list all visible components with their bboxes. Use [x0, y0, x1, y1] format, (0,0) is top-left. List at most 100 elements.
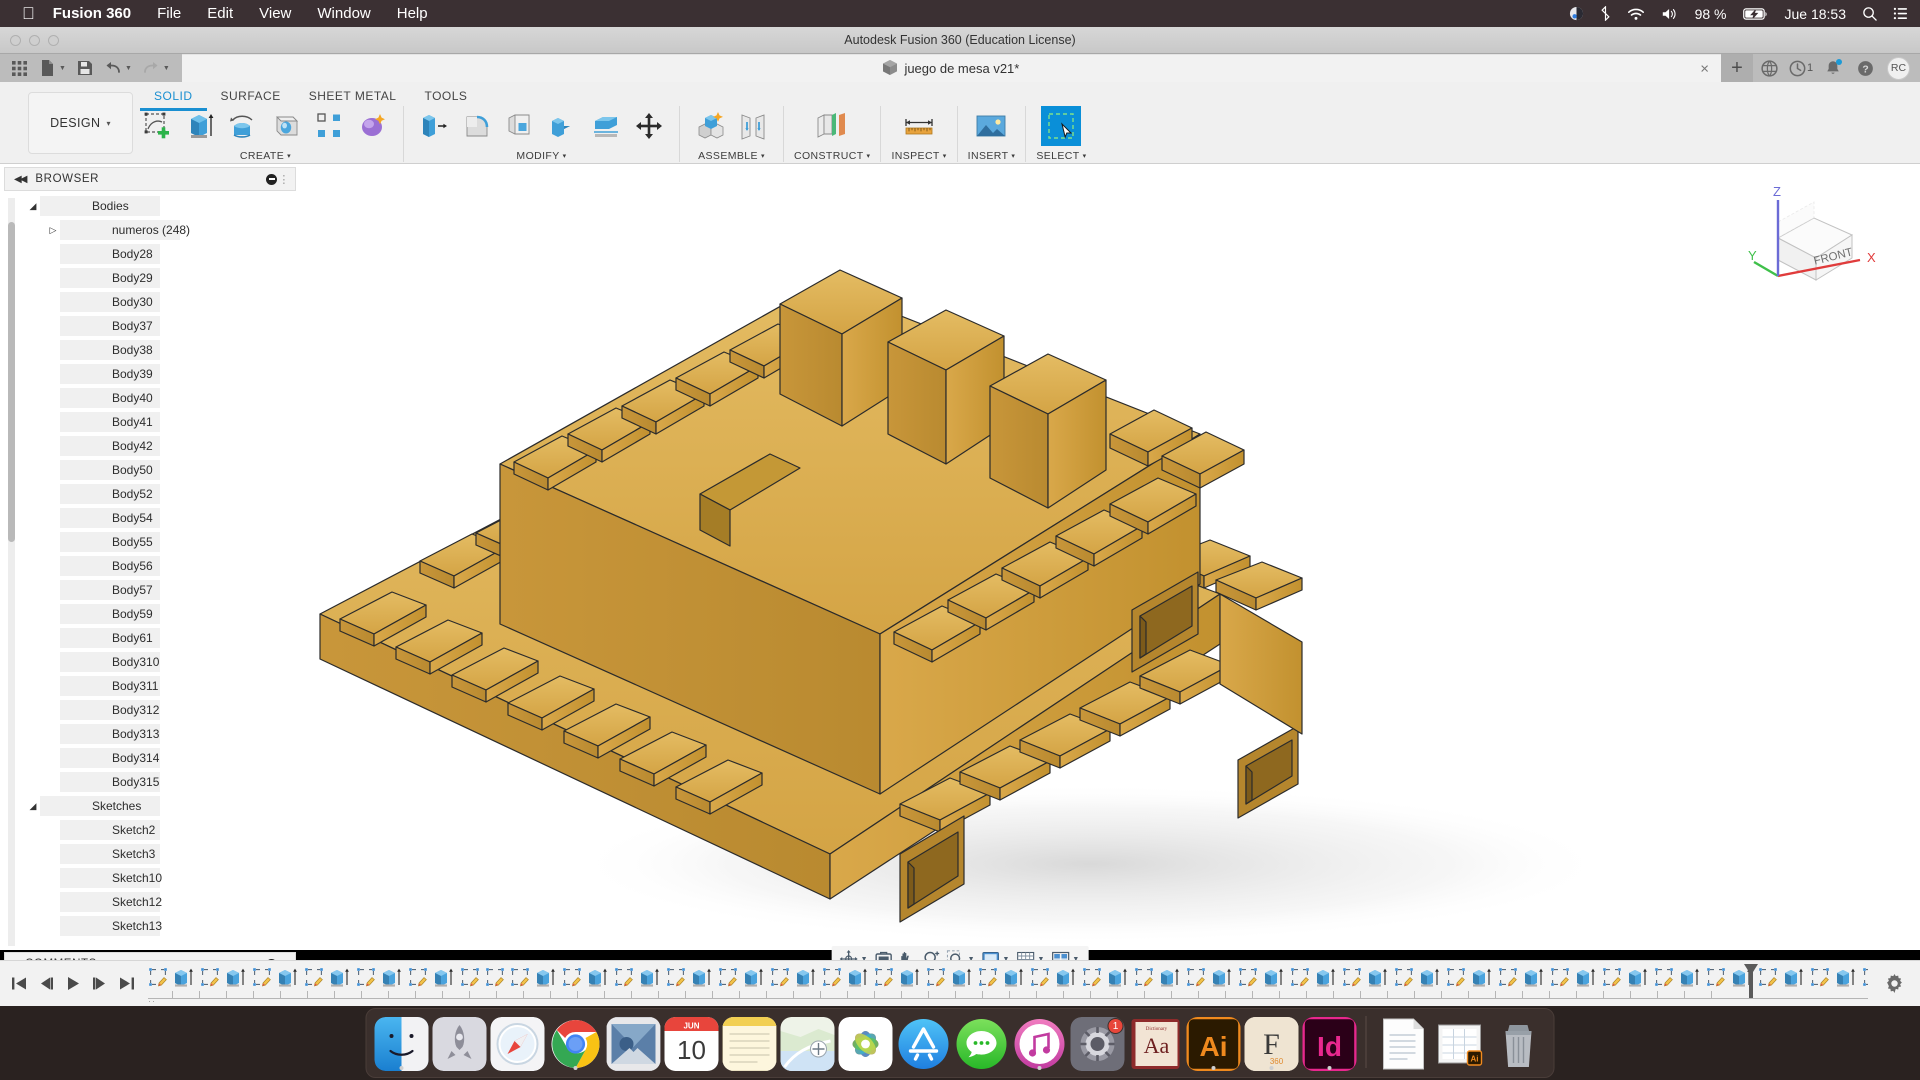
offset-plane-icon[interactable] — [812, 106, 852, 146]
avatar[interactable]: RC — [1887, 56, 1910, 80]
panel-modify-label[interactable]: MODIFY ▾ — [516, 150, 566, 162]
joint-icon[interactable] — [733, 106, 773, 146]
browser-node-sketch2[interactable]: Sketch2 — [0, 818, 300, 842]
timeline-feature-sketch[interactable] — [666, 966, 686, 988]
timeline-feature-sketch[interactable] — [718, 966, 738, 988]
create-sketch-icon[interactable] — [138, 106, 178, 146]
timeline-feature-extrude[interactable] — [951, 966, 973, 988]
bluetooth-icon[interactable] — [1600, 6, 1611, 21]
save-icon[interactable] — [72, 56, 98, 80]
timeline-feature-sketch[interactable] — [978, 966, 998, 988]
panel-construct-label[interactable]: CONSTRUCT ▾ — [794, 150, 870, 162]
insert-image-icon[interactable] — [971, 106, 1011, 146]
menubar-clock[interactable]: Jue 18:53 — [1785, 6, 1847, 22]
timeline-feature-sketch[interactable] — [1030, 966, 1050, 988]
browser-node-bodies[interactable]: ◢ Bodies — [0, 194, 300, 218]
timeline-feature-sketch[interactable] — [1550, 966, 1570, 988]
dock-item-dictionary[interactable]: Aa Dictionary — [1129, 1017, 1183, 1071]
step-forward-icon[interactable] — [89, 971, 111, 997]
siri-icon[interactable] — [1569, 6, 1584, 21]
browser-node-body311[interactable]: Body311 — [0, 674, 300, 698]
panel-inspect-label[interactable]: INSPECT ▾ — [891, 150, 946, 162]
timeline-settings-icon[interactable] — [1868, 974, 1920, 993]
timeline-feature-extrude[interactable] — [1107, 966, 1129, 988]
timeline-feature-extrude[interactable] — [535, 966, 557, 988]
menu-edit[interactable]: Edit — [207, 5, 233, 22]
timeline-feature-extrude[interactable] — [1315, 966, 1337, 988]
model-render[interactable] — [300, 164, 1920, 950]
dock-item-messages[interactable] — [955, 1017, 1009, 1071]
browser-node-body37[interactable]: Body37 — [0, 314, 300, 338]
dock-item-chrome[interactable] — [549, 1017, 603, 1071]
redo-icon[interactable] — [138, 56, 164, 80]
browser-node-body41[interactable]: Body41 — [0, 410, 300, 434]
workspace-switcher[interactable]: DESIGN ▾ — [28, 92, 133, 154]
timeline-feature-extrude[interactable] — [1055, 966, 1077, 988]
timeline-feature-extrude[interactable] — [899, 966, 921, 988]
press-pull-icon[interactable] — [414, 106, 454, 146]
dock-item-illustrator[interactable]: Ai — [1186, 1017, 1241, 1071]
new-file-icon[interactable] — [34, 56, 60, 80]
grip-icon[interactable]: ⋮ — [278, 173, 290, 186]
dock-item-mail[interactable] — [606, 1017, 661, 1071]
timeline-feature-sketch[interactable] — [1082, 966, 1102, 988]
timeline-feature-sketch[interactable] — [1706, 966, 1726, 988]
search-icon[interactable] — [1862, 6, 1877, 21]
timeline-feature-sketch[interactable] — [408, 966, 428, 988]
browser-node-body30[interactable]: Body30 — [0, 290, 300, 314]
dock-item-notes[interactable] — [722, 1017, 777, 1071]
collapse-left-icon[interactable]: ◀◀ — [14, 174, 27, 185]
new-component-icon[interactable] — [690, 106, 730, 146]
volume-icon[interactable] — [1661, 7, 1679, 21]
browser-node-body59[interactable]: Body59 — [0, 602, 300, 626]
close-icon[interactable]: × — [1700, 60, 1709, 77]
select-icon[interactable] — [1041, 106, 1082, 146]
timeline-feature-extrude[interactable] — [1003, 966, 1025, 988]
timeline-feature-extrude[interactable] — [1835, 966, 1857, 988]
panel-insert-label[interactable]: INSERT ▾ — [968, 150, 1016, 162]
dock-item-photos[interactable] — [838, 1017, 893, 1071]
browser-node-body42[interactable]: Body42 — [0, 434, 300, 458]
new-tab-button[interactable]: + — [1721, 54, 1753, 82]
browser-node-body314[interactable]: Body314 — [0, 746, 300, 770]
timeline-feature-sketch[interactable] — [1342, 966, 1362, 988]
menu-help[interactable]: Help — [397, 5, 428, 22]
data-panel-icon[interactable] — [1753, 54, 1785, 82]
timeline-feature-extrude[interactable] — [1627, 966, 1649, 988]
timeline-feature-extrude[interactable] — [329, 966, 351, 988]
browser-node-body310[interactable]: Body310 — [0, 650, 300, 674]
control-center-icon[interactable] — [1893, 7, 1908, 20]
notifications-icon[interactable] — [1817, 54, 1849, 82]
timeline-feature-sketch[interactable] — [1394, 966, 1414, 988]
move-copy-icon[interactable] — [629, 106, 669, 146]
panel-assemble-label[interactable]: ASSEMBLE ▾ — [698, 150, 765, 162]
menu-file[interactable]: File — [157, 5, 181, 22]
timeline-feature-sketch[interactable] — [460, 966, 480, 988]
dock-item-spreadsheet[interactable]: Ai — [1434, 1017, 1488, 1071]
timeline-feature-sketch[interactable] — [1186, 966, 1206, 988]
timeline-feature-sketch[interactable] — [1238, 966, 1258, 988]
document-tab[interactable]: juego de mesa v21* × — [181, 54, 1721, 82]
3d-viewport[interactable]: FRONT X Y Z — [300, 164, 1920, 950]
browser-node-body29[interactable]: Body29 — [0, 266, 300, 290]
timeline-feature-extrude[interactable] — [587, 966, 609, 988]
go-to-start-icon[interactable] — [8, 971, 30, 997]
shell-icon[interactable] — [500, 106, 540, 146]
redo-caret-icon[interactable]: ▼ — [163, 65, 170, 72]
split-face-icon[interactable] — [586, 106, 626, 146]
browser-node-body52[interactable]: Body52 — [0, 482, 300, 506]
timeline-feature-extrude[interactable] — [1783, 966, 1805, 988]
menu-window[interactable]: Window — [317, 5, 370, 22]
timeline-feature-extrude[interactable] — [225, 966, 247, 988]
panel-select-label[interactable]: SELECT ▾ — [1036, 150, 1086, 162]
browser-node-sketches[interactable]: ◢ Sketches — [0, 794, 300, 818]
timeline-feature-extrude[interactable] — [277, 966, 299, 988]
app-grid-icon[interactable] — [6, 56, 32, 80]
undo-caret-icon[interactable]: ▼ — [125, 65, 132, 72]
timeline-feature-extrude[interactable] — [1679, 966, 1701, 988]
timeline-feature-sketch[interactable] — [926, 966, 946, 988]
browser-node-sketch12[interactable]: Sketch12 — [0, 890, 300, 914]
timeline-feature-sketch[interactable] — [1498, 966, 1518, 988]
menu-view[interactable]: View — [259, 5, 291, 22]
dock-item-launchpad[interactable] — [432, 1017, 487, 1071]
